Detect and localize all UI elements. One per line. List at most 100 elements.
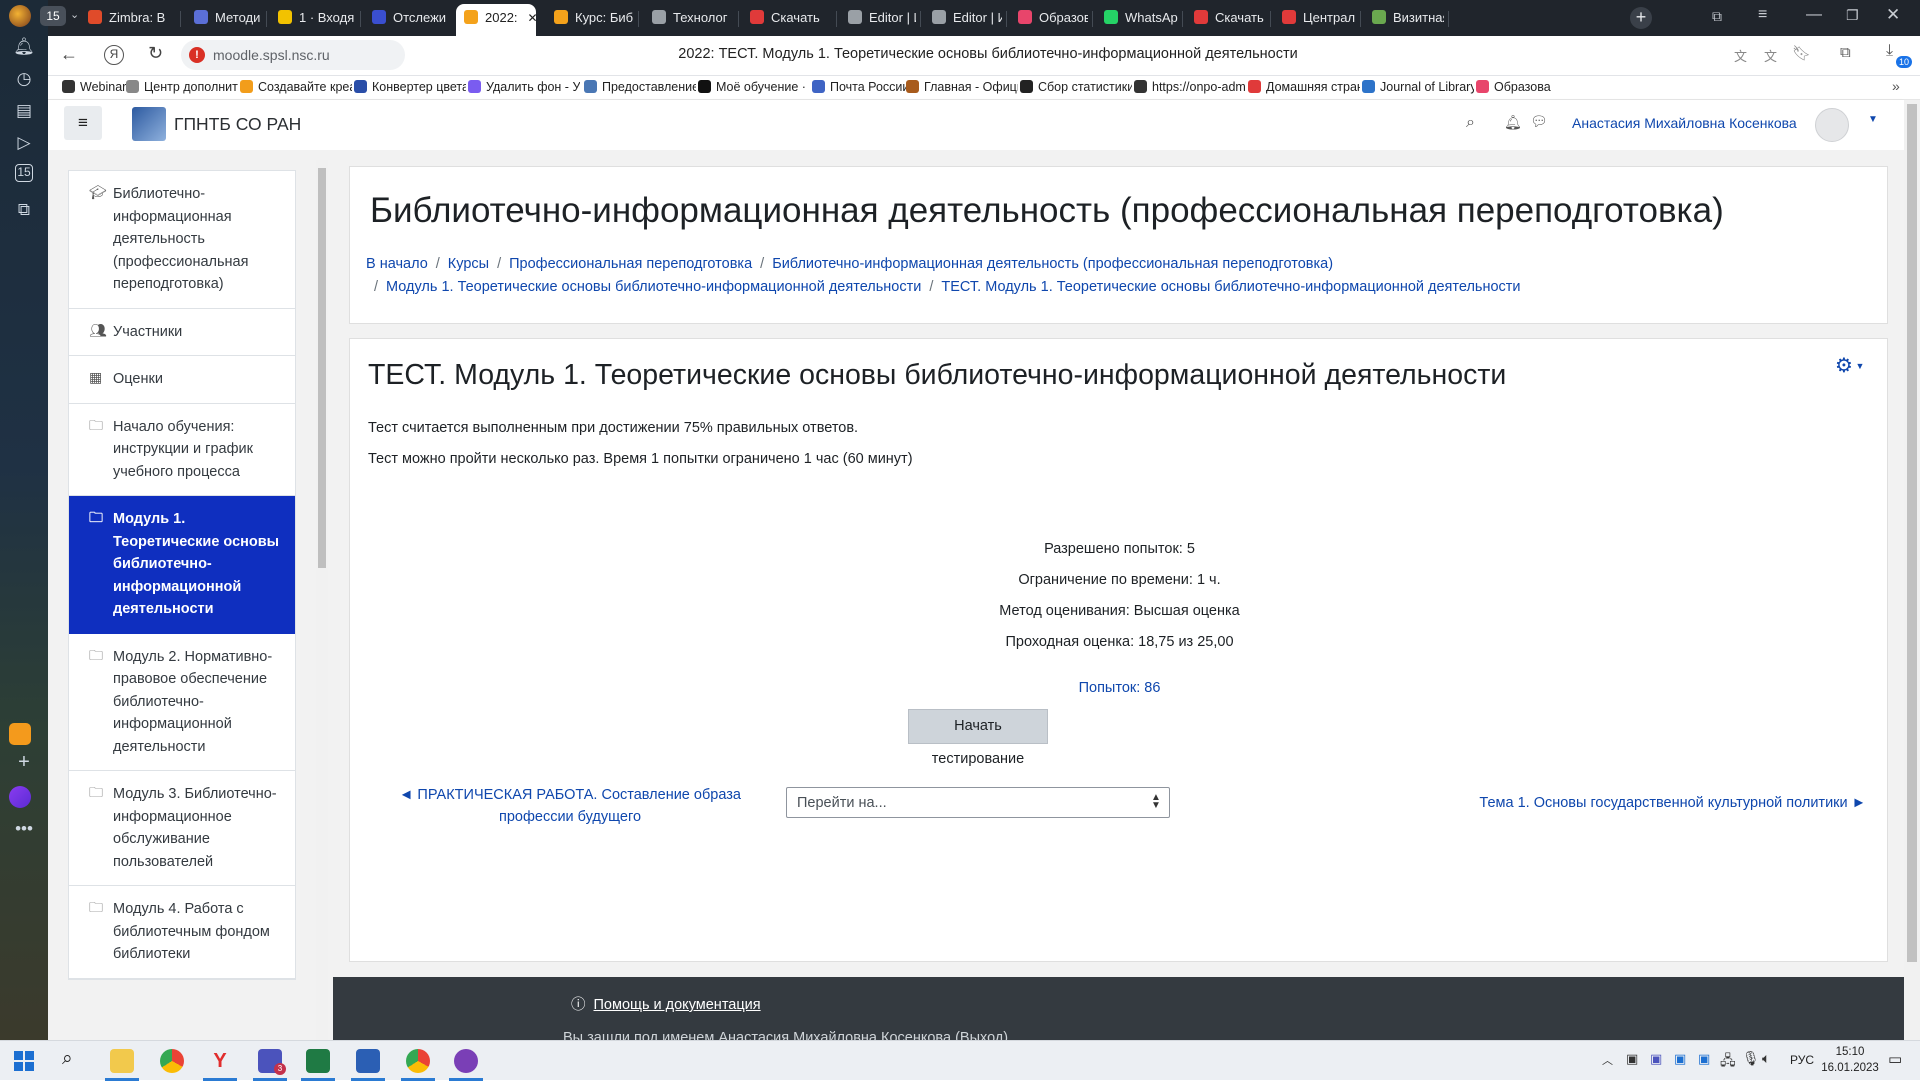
help-docs-link[interactable]: Помощь и документация bbox=[594, 997, 761, 1013]
drawer-scroll-thumb[interactable] bbox=[318, 168, 326, 568]
bookmark-item[interactable]: Образова bbox=[1476, 80, 1551, 94]
tab-13[interactable]: Скачать bbox=[1186, 4, 1266, 32]
bookmark-icon[interactable]: 🔖︎ bbox=[1792, 44, 1811, 62]
word-icon[interactable] bbox=[356, 1049, 380, 1073]
excel-icon[interactable] bbox=[306, 1049, 330, 1073]
back-icon[interactable]: ← bbox=[60, 44, 78, 65]
user-menu-chevron-icon[interactable]: ▼ bbox=[1868, 114, 1878, 125]
tab-1[interactable]: Zimbra: В bbox=[80, 4, 176, 32]
search-taskbar-icon[interactable]: ⌕ bbox=[62, 1048, 73, 1070]
close-tab-icon[interactable]: ✕ bbox=[528, 11, 536, 25]
close-window-button[interactable]: ✕ bbox=[1886, 5, 1900, 25]
tab-8[interactable]: Скачать bbox=[742, 4, 832, 32]
breadcrumb-section[interactable]: Модуль 1. Теоретические основы библиотеч… bbox=[386, 279, 921, 295]
tab-12[interactable]: WhatsAp bbox=[1096, 4, 1178, 32]
tab-list-chevron-icon[interactable]: ⌄ bbox=[70, 8, 79, 21]
start-button[interactable] bbox=[14, 1051, 34, 1071]
reload-icon[interactable]: ↻ bbox=[148, 43, 163, 64]
history-icon[interactable]: ◷ bbox=[12, 67, 36, 91]
menu-icon[interactable]: ≡ bbox=[1758, 6, 1767, 24]
bookmark-item[interactable]: Домашняя страни bbox=[1248, 80, 1360, 94]
breadcrumb-home[interactable]: В начало bbox=[366, 256, 428, 272]
alice-icon[interactable] bbox=[9, 786, 31, 808]
site-logo[interactable] bbox=[132, 107, 166, 141]
more-icon[interactable]: ••• bbox=[12, 817, 36, 841]
mail-app-icon[interactable] bbox=[9, 723, 31, 745]
yandex-icon[interactable]: Я bbox=[104, 45, 124, 65]
chrome-icon[interactable] bbox=[160, 1049, 184, 1073]
login-info-text[interactable]: Вы зашли под именем Анастасия Михайловна… bbox=[563, 1031, 1008, 1040]
bookmarks-overflow-icon[interactable]: » bbox=[1892, 78, 1900, 94]
bookmark-window-icon[interactable]: ⧉ bbox=[1712, 8, 1722, 25]
tab-5[interactable]: 2022: ✕ bbox=[456, 4, 536, 36]
page-scrollbar[interactable] bbox=[1904, 100, 1920, 1040]
profile-avatar[interactable] bbox=[9, 5, 31, 27]
new-tab-button[interactable]: + bbox=[1630, 7, 1652, 29]
microphone-icon[interactable]: 🎙︎ bbox=[1742, 1050, 1760, 1067]
site-name[interactable]: ГПНТБ СО РАН bbox=[174, 114, 301, 135]
bookmark-item[interactable]: Предоставление с bbox=[584, 80, 696, 94]
drawer-item-2[interactable]: 👥︎ Участники bbox=[69, 309, 295, 356]
settings-gear-icon[interactable]: ⚙︎ ▼ bbox=[1835, 353, 1864, 378]
bookmark-item[interactable]: Webinar bbox=[62, 80, 126, 94]
security-warning-icon[interactable]: ! bbox=[189, 47, 205, 63]
tab-10[interactable]: Editor | И bbox=[924, 4, 1002, 32]
yandex-browser-icon[interactable]: Y bbox=[208, 1049, 232, 1073]
bookmark-item[interactable]: Почта России bbox=[812, 80, 909, 94]
attempts-link[interactable]: Попыток: 86 bbox=[1079, 680, 1161, 696]
drawer-item-8[interactable]: 🗀 Модуль 4. Работа с библиотечным фондом … bbox=[69, 886, 295, 979]
user-name[interactable]: Анастасия Михайловна Косенкова bbox=[1572, 115, 1797, 131]
clock[interactable]: 15:10 16.01.2023 bbox=[1820, 1044, 1880, 1076]
breadcrumb-courses[interactable]: Курсы bbox=[448, 256, 489, 272]
url-text[interactable]: moodle.spsl.nsc.ru bbox=[213, 47, 330, 63]
start-quiz-button[interactable]: Начать тестирование bbox=[908, 709, 1048, 767]
minimize-button[interactable]: — bbox=[1806, 6, 1822, 24]
breadcrumb-course[interactable]: Библиотечно-информационная деятельность … bbox=[772, 256, 1333, 272]
drawer-scrollbar[interactable] bbox=[316, 160, 328, 1040]
bookmark-item[interactable]: Конвертер цвета bbox=[354, 80, 466, 94]
tray-teams-icon[interactable]: ▣ bbox=[1650, 1051, 1662, 1067]
tab-6[interactable]: Курс: Биб bbox=[546, 4, 634, 32]
tab-2[interactable]: Методи bbox=[186, 4, 262, 32]
next-activity-link[interactable]: Тема 1. Основы государственной культурно… bbox=[1479, 795, 1866, 811]
drawer-item-7[interactable]: 🗀 Модуль 3. Библиотечно-информационное об… bbox=[69, 771, 295, 886]
notifications-bell-icon[interactable]: 🔔︎ bbox=[1504, 114, 1522, 131]
search-icon[interactable]: ⌕ bbox=[1466, 114, 1475, 132]
bookmark-item[interactable]: Сбор статистики г bbox=[1020, 80, 1132, 94]
drawer-item-1[interactable]: 🎓︎ Библиотечно-информационная деятельност… bbox=[69, 171, 295, 309]
drawer-toggle-button[interactable]: ≡ bbox=[64, 106, 102, 140]
volume-icon[interactable]: 🔈︎ bbox=[1762, 1050, 1770, 1067]
video-icon[interactable]: ▷ bbox=[12, 131, 36, 155]
bookmark-item[interactable]: Создавайте креат bbox=[240, 80, 352, 94]
drawer-item-6[interactable]: 🗀 Модуль 2. Нормативно-правовое обеспечен… bbox=[69, 634, 295, 771]
tab-11[interactable]: Образов bbox=[1010, 4, 1088, 32]
tab-count-badge[interactable]: 15 bbox=[40, 6, 66, 26]
tab-7[interactable]: Технолог bbox=[644, 4, 734, 32]
avatar[interactable] bbox=[1815, 108, 1849, 142]
drawer-item-3[interactable]: ▦ Оценки bbox=[69, 356, 295, 404]
notifications-icon[interactable]: 🔔︎ bbox=[12, 35, 36, 59]
bookmark-item[interactable]: Удалить фон - Убр bbox=[468, 80, 580, 94]
drawer-item-4[interactable]: 🗀 Начало обучения: инструкции и график уч… bbox=[69, 404, 295, 496]
drawer-item-5[interactable]: 🗀 Модуль 1. Теоретические основы библиоте… bbox=[69, 496, 295, 634]
restore-button[interactable]: ❐ bbox=[1846, 7, 1859, 24]
page-scroll-thumb[interactable] bbox=[1907, 104, 1917, 962]
bookmark-item[interactable]: https://onpo-adm bbox=[1134, 80, 1246, 94]
tray-overflow-icon[interactable]: ︿ bbox=[1602, 1052, 1613, 1068]
bookmark-item[interactable]: Главная - Официа bbox=[906, 80, 1018, 94]
url-pill[interactable]: ! moodle.spsl.nsc.ru bbox=[181, 40, 405, 70]
collections-icon[interactable]: ▤ bbox=[12, 99, 36, 123]
chrome-profile-icon[interactable] bbox=[406, 1049, 430, 1073]
bookmark-item[interactable]: Моё обучение · М bbox=[698, 80, 810, 94]
explorer-icon[interactable] bbox=[110, 1049, 134, 1073]
prev-activity-link[interactable]: ◄ ПРАКТИЧЕСКАЯ РАБОТА. Составление образ… bbox=[399, 787, 741, 825]
bookmark-item[interactable]: Journal of Library bbox=[1362, 80, 1474, 94]
downloads-icon[interactable]: ⤓ bbox=[1886, 42, 1893, 60]
messages-icon[interactable]: 💬︎ bbox=[1530, 113, 1548, 130]
add-panel-icon[interactable]: + bbox=[12, 750, 36, 774]
tab-15[interactable]: Визитная bbox=[1364, 4, 1444, 32]
tray-app-icon-1[interactable]: ▣ bbox=[1626, 1051, 1638, 1067]
breadcrumb-quiz[interactable]: ТЕСТ. Модуль 1. Теоретические основы биб… bbox=[941, 279, 1520, 295]
tab-14[interactable]: Централ bbox=[1274, 4, 1356, 32]
tray-app-icon-3[interactable]: ▣ bbox=[1698, 1051, 1710, 1067]
